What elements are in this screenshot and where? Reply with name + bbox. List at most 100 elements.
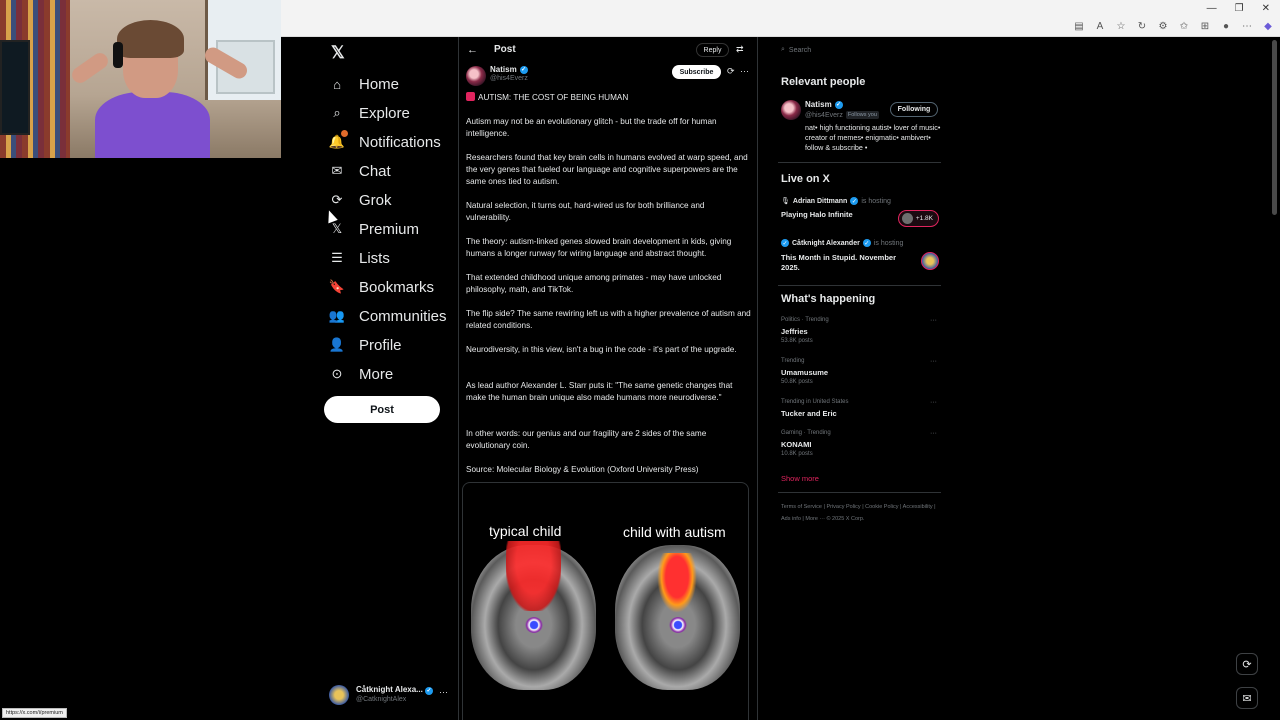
nav-item-home[interactable]: ⌂ Home xyxy=(329,73,399,95)
profile-icon[interactable]: ● xyxy=(1220,21,1232,32)
image-label-left: typical child xyxy=(489,523,562,539)
trend-name[interactable]: Tucker and Eric xyxy=(781,409,837,418)
subscribe-button[interactable]: Subscribe xyxy=(672,65,721,79)
streamer-figure xyxy=(69,20,250,158)
nav-item-explore[interactable]: ⌕ Explore xyxy=(329,102,410,124)
close-icon[interactable]: ✕ xyxy=(1262,3,1270,14)
nav-item-label: Profile xyxy=(359,336,402,354)
account-switcher[interactable]: Cåtknight Alexa... ✓ @CatknightAlex ··· xyxy=(329,684,457,706)
divider xyxy=(778,285,941,286)
nav-item-more[interactable]: ⊙ More xyxy=(329,363,394,385)
post-paragraph: That extended childhood unique among pri… xyxy=(466,272,751,296)
search-icon: ⌕ xyxy=(781,46,785,53)
author-handle[interactable]: @his4Everz xyxy=(490,75,528,82)
verified-icon: ✓ xyxy=(519,65,528,74)
footer-links[interactable]: Terms of Service | Privacy Policy | Cook… xyxy=(781,501,941,525)
live-title[interactable]: This Month in Stupid. November 2025. xyxy=(781,253,901,273)
following-button[interactable]: Following xyxy=(890,102,938,117)
restore-icon[interactable]: ❐ xyxy=(1235,3,1244,14)
nav-item-grok[interactable]: ⟳ Grok xyxy=(329,189,392,211)
favorites-icon[interactable]: ✩ xyxy=(1178,21,1190,32)
siren-icon xyxy=(466,92,475,101)
more-icon[interactable]: ··· xyxy=(930,358,937,365)
nav-item-label: Bookmarks xyxy=(359,278,435,296)
grok-float-button[interactable]: ⟳ xyxy=(1236,653,1258,675)
nav-item-label: Notifications xyxy=(359,133,441,151)
mail-icon: ✉ xyxy=(331,163,343,178)
live-host-name[interactable]: Adrian Dittmann xyxy=(793,198,847,205)
back-arrow-icon[interactable]: ← xyxy=(467,44,478,56)
more-icon[interactable]: ··· xyxy=(740,66,749,76)
live-host-name[interactable]: Cåtknight Alexander xyxy=(792,240,860,247)
relevant-person-handle[interactable]: @his4Everz xyxy=(805,112,843,119)
more-icon[interactable]: ··· xyxy=(930,317,937,324)
reply-button[interactable]: Reply xyxy=(696,43,729,57)
trend-context: Politics · Trending xyxy=(781,317,829,323)
post-paragraph: In other words: our genius and our fragi… xyxy=(466,428,751,452)
post-button[interactable]: Post xyxy=(324,396,440,423)
nav-item-label: Communities xyxy=(359,307,447,325)
post-paragraph: Neurodiversity, in this view, isn't a bu… xyxy=(466,344,751,356)
post-paragraph: Researchers found that key brain cells i… xyxy=(466,152,751,188)
live-host-avatar[interactable] xyxy=(921,252,939,270)
avatar[interactable] xyxy=(781,100,801,120)
verified-icon: ✓ xyxy=(425,686,434,695)
relevant-person-name[interactable]: Natism xyxy=(805,100,832,109)
star-icon[interactable]: ☆ xyxy=(1115,21,1127,32)
live-listeners-badge[interactable]: +1.8K xyxy=(898,210,939,227)
whats-happening-heading: What's happening xyxy=(781,293,876,305)
author-name[interactable]: Natism xyxy=(490,65,517,74)
paragraph-text: That extended childhood unique among pri… xyxy=(466,273,722,294)
more-icon[interactable]: ··· xyxy=(930,399,937,406)
settings-sliders-icon[interactable]: ⇄ xyxy=(736,44,744,55)
search-placeholder: Search xyxy=(788,46,812,54)
paragraph-text: The theory: autism-linked genes slowed b… xyxy=(466,237,732,258)
trend-name[interactable]: KONAMI xyxy=(781,440,811,449)
paragraph-text: Researchers found that key brain cells i… xyxy=(466,153,748,186)
verified-icon: ✓ xyxy=(834,100,843,109)
search-input[interactable]: ⌕ Search xyxy=(777,42,943,58)
trend-name[interactable]: Umamusume xyxy=(781,368,828,377)
author-avatar[interactable] xyxy=(466,66,486,86)
more-icon[interactable]: ··· xyxy=(439,687,448,697)
trend-count: 53.8K posts xyxy=(781,338,813,344)
divider xyxy=(778,492,941,493)
live-title[interactable]: Playing Halo Infinite xyxy=(781,210,901,220)
menu-icon[interactable]: ⋯ xyxy=(1241,21,1253,32)
post-image[interactable]: typical child child with autism xyxy=(462,482,749,720)
extension-icon[interactable]: ⚙ xyxy=(1157,21,1169,32)
relevant-people-heading: Relevant people xyxy=(781,76,866,88)
nav-item-profile[interactable]: 👤 Profile xyxy=(329,334,402,356)
paragraph-text: As lead author Alexander L. Starr puts i… xyxy=(466,381,733,402)
refresh-icon[interactable]: ↻ xyxy=(1136,21,1148,32)
nav-item-communities[interactable]: 👥 Communities xyxy=(329,305,447,327)
nav-item-notifications[interactable]: 🔔 Notifications xyxy=(329,130,441,153)
trend-name[interactable]: Jeffries xyxy=(781,327,808,336)
relevant-person-bio: nat• high functioning autist• lover of m… xyxy=(805,123,941,152)
nav-item-premium[interactable]: 𝕏 Premium xyxy=(329,218,419,240)
nav-item-chat[interactable]: ✉ Chat xyxy=(329,160,391,182)
brain-scan-autism xyxy=(615,545,740,690)
grok-icon[interactable]: ⟳ xyxy=(727,66,735,77)
nav-item-label: Premium xyxy=(359,220,420,238)
messages-float-button[interactable]: ✉ xyxy=(1236,687,1258,709)
scrollbar[interactable] xyxy=(1272,40,1277,215)
more-icon[interactable]: ··· xyxy=(930,430,937,437)
trend-context: Gaming · Trending xyxy=(781,430,831,436)
live-heading: Live on X xyxy=(781,173,830,185)
trend-context: Trending in United States xyxy=(781,399,849,405)
avatar xyxy=(329,685,349,705)
minimize-icon[interactable]: — xyxy=(1207,3,1217,14)
paragraph-text: AUTISM: THE COST OF BEING HUMAN xyxy=(478,93,629,102)
nav-item-label: Lists xyxy=(359,249,390,267)
reader-icon[interactable]: ▤ xyxy=(1073,21,1085,32)
show-more-link[interactable]: Show more xyxy=(781,474,819,483)
post-paragraph: As lead author Alexander L. Starr puts i… xyxy=(466,380,751,404)
read-aloud-icon[interactable]: A xyxy=(1094,21,1106,32)
nav-item-lists[interactable]: ☰ Lists xyxy=(329,247,390,269)
collections-icon[interactable]: ⊞ xyxy=(1199,21,1211,32)
copilot-icon[interactable]: ◆ xyxy=(1262,21,1274,32)
nav-item-bookmarks[interactable]: 🔖 Bookmarks xyxy=(329,276,434,298)
post-paragraph: Natural selection, it turns out, hard-wi… xyxy=(466,200,751,224)
x-logo-icon[interactable]: 𝕏 xyxy=(331,43,345,63)
